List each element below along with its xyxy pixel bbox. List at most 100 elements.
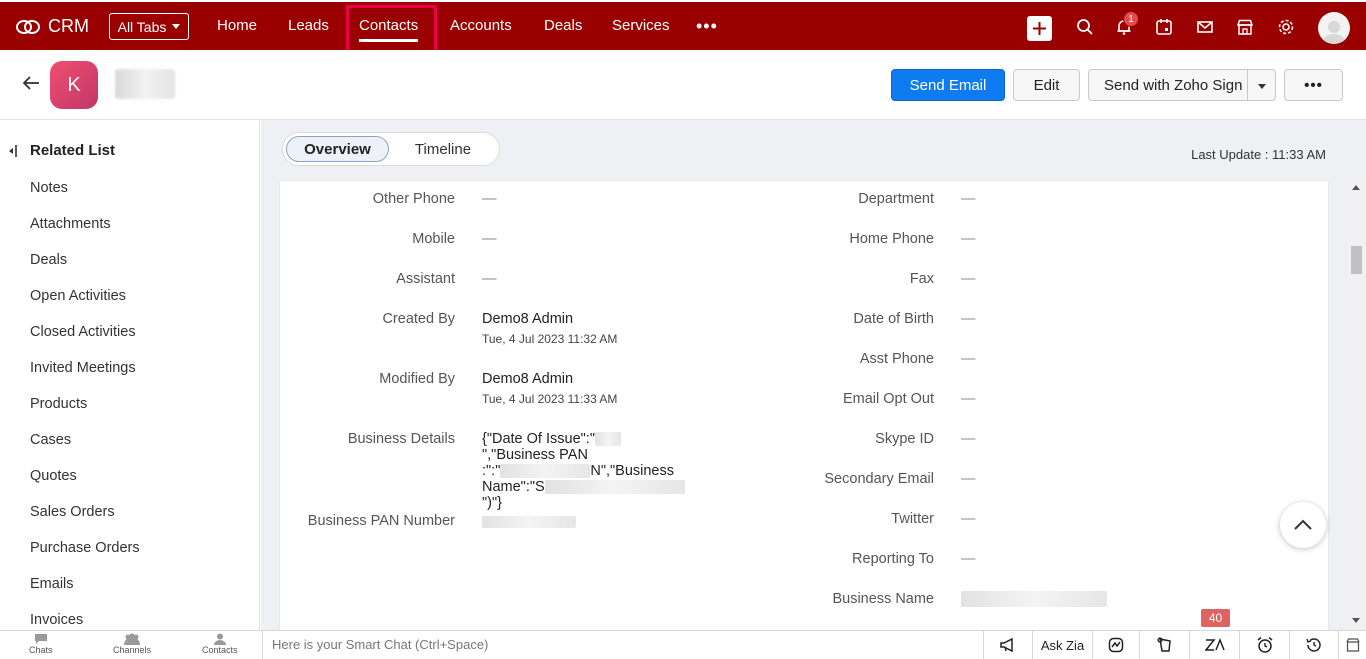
record-name-redacted <box>115 69 175 99</box>
chats-button[interactable]: Chats <box>29 633 53 655</box>
related-list-header: Related List <box>8 142 115 159</box>
field-value-skype-id[interactable]: — <box>961 431 976 447</box>
sidebar-item-sales-orders[interactable]: Sales Orders <box>30 504 115 520</box>
field-label-assistant: Assistant <box>396 271 455 287</box>
channels-button[interactable]: Channels <box>113 633 151 655</box>
sidebar-item-purchase-orders[interactable]: Purchase Orders <box>30 540 140 556</box>
field-label-modified-by: Modified By <box>379 371 455 387</box>
tab-accounts[interactable]: Accounts <box>450 17 512 34</box>
recent-history-button[interactable] <box>1289 631 1338 659</box>
calendar-icon <box>1156 19 1172 35</box>
scroll-down-arrow-icon[interactable] <box>1352 618 1360 623</box>
chevron-up-icon <box>1294 519 1312 530</box>
send-with-zoho-sign-button[interactable]: Send with Zoho Sign <box>1088 69 1276 101</box>
field-value-twitter[interactable]: — <box>961 511 976 527</box>
tab-leads[interactable]: Leads <box>288 17 329 34</box>
feeds-button[interactable] <box>1139 631 1189 659</box>
signals-button[interactable] <box>1092 631 1139 659</box>
field-label-business-pan-number: Business PAN Number <box>307 513 455 529</box>
field-value-business-name[interactable] <box>961 591 1107 608</box>
sidebar-item-deals[interactable]: Deals <box>30 252 67 268</box>
field-label-reporting-to: Reporting To <box>852 551 934 567</box>
scrollbar-thumb[interactable] <box>1351 246 1362 274</box>
sidebar-item-invoices[interactable]: Invoices <box>30 612 83 628</box>
send-email-button[interactable]: Send Email <box>891 69 1005 101</box>
field-value-date-of-birth[interactable]: — <box>961 311 976 327</box>
record-header: K Send Email Edit Send with Zoho Sign ••… <box>0 50 1366 120</box>
crm-logo[interactable]: CRM <box>16 16 89 37</box>
field-value-email-opt-out[interactable]: — <box>961 391 976 407</box>
field-value-business-pan-number[interactable] <box>482 514 576 530</box>
field-value-modified-by: Demo8 Admin Tue, 4 Jul 2023 11:33 AM <box>482 371 617 406</box>
field-value-reporting-to[interactable]: — <box>961 551 976 567</box>
ask-zia-button[interactable]: Ask Zia <box>1032 631 1092 659</box>
scroll-up-arrow-icon[interactable] <box>1352 185 1360 190</box>
field-value-business-details[interactable]: {"Date Of Issue":"","Business PAN :":" N"… <box>482 431 692 511</box>
sidebar-item-emails[interactable]: Emails <box>30 576 74 592</box>
tab-timeline[interactable]: Timeline <box>403 136 483 162</box>
field-value-department[interactable]: — <box>961 191 976 207</box>
marketplace-button[interactable] <box>1235 17 1255 37</box>
more-actions-button[interactable]: ••• <box>1284 69 1343 101</box>
redacted-value <box>594 432 621 447</box>
page-scrollbar[interactable] <box>1347 180 1366 630</box>
contacts-chat-button[interactable]: Contacts <box>202 633 238 655</box>
store-icon <box>1345 638 1360 652</box>
tab-deals[interactable]: Deals <box>544 17 582 34</box>
user-icon <box>1322 21 1346 44</box>
megaphone-icon <box>1000 637 1013 653</box>
modified-by-date: Tue, 4 Jul 2023 11:33 AM <box>482 392 618 406</box>
sidebar-item-invited-meetings[interactable]: Invited Meetings <box>30 360 136 376</box>
scroll-to-top-button[interactable] <box>1280 502 1326 548</box>
field-value-secondary-email[interactable]: — <box>961 471 976 487</box>
chevron-down-icon[interactable] <box>1258 84 1266 89</box>
user-avatar[interactable] <box>1318 12 1350 44</box>
channels-label: Channels <box>113 645 152 655</box>
search-button[interactable] <box>1075 17 1095 37</box>
sidebar-item-products[interactable]: Products <box>30 396 87 412</box>
marketplace-icon <box>1236 19 1254 35</box>
tab-home[interactable]: Home <box>217 17 257 34</box>
field-label-secondary-email: Secondary Email <box>824 471 934 487</box>
smart-chat-input[interactable]: Here is your Smart Chat (Ctrl+Space) <box>262 631 982 659</box>
field-value-fax[interactable]: — <box>961 271 976 287</box>
sidebar-item-cases[interactable]: Cases <box>30 432 71 448</box>
sidebar-item-open-activities[interactable]: Open Activities <box>30 288 126 304</box>
calendar-button[interactable] <box>1154 17 1174 37</box>
chevron-down-icon <box>172 24 181 29</box>
search-icon <box>1077 19 1093 35</box>
field-value-created-by: Demo8 Admin Tue, 4 Jul 2023 11:32 AM <box>482 311 617 346</box>
field-label-email-opt-out: Email Opt Out <box>842 391 934 407</box>
app-name: CRM <box>48 16 89 36</box>
settings-button[interactable] <box>1276 17 1296 37</box>
reminders-button[interactable] <box>1239 631 1289 659</box>
announcements-button[interactable] <box>983 631 1032 659</box>
field-value-other-phone[interactable]: — <box>482 191 497 207</box>
plus-icon <box>1033 22 1046 35</box>
sidebar-item-quotes[interactable]: Quotes <box>30 468 77 484</box>
notification-count-badge: 1 <box>1123 11 1139 27</box>
tab-services[interactable]: Services <box>612 17 670 34</box>
mail-button[interactable] <box>1195 17 1215 37</box>
field-value-mobile[interactable]: — <box>482 231 497 247</box>
sidebar-item-closed-activities[interactable]: Closed Activities <box>30 324 136 340</box>
edit-button[interactable]: Edit <box>1013 69 1080 101</box>
all-tabs-label: All Tabs <box>117 18 167 35</box>
all-tabs-button[interactable]: All Tabs <box>109 13 189 40</box>
collapse-sidebar-icon[interactable] <box>8 144 18 158</box>
zia-notifications-button[interactable] <box>1189 631 1239 659</box>
more-tabs-button[interactable]: ••• <box>696 16 718 37</box>
sidebar-item-notes[interactable]: Notes <box>30 180 68 196</box>
field-value-asst-phone[interactable]: — <box>961 351 976 367</box>
split-divider <box>1247 70 1248 100</box>
field-value-home-phone[interactable]: — <box>961 231 976 247</box>
field-label-other-phone: Other Phone <box>372 191 455 207</box>
field-value-assistant[interactable]: — <box>482 271 497 287</box>
tab-overview[interactable]: Overview <box>286 136 389 162</box>
redacted-value <box>961 591 1107 608</box>
sidebar-item-attachments[interactable]: Attachments <box>30 216 111 232</box>
bottom-menu-button[interactable] <box>1338 631 1366 659</box>
back-button[interactable] <box>22 75 40 96</box>
create-new-button[interactable] <box>1027 16 1052 41</box>
created-by-date: Tue, 4 Jul 2023 11:32 AM <box>482 332 618 346</box>
